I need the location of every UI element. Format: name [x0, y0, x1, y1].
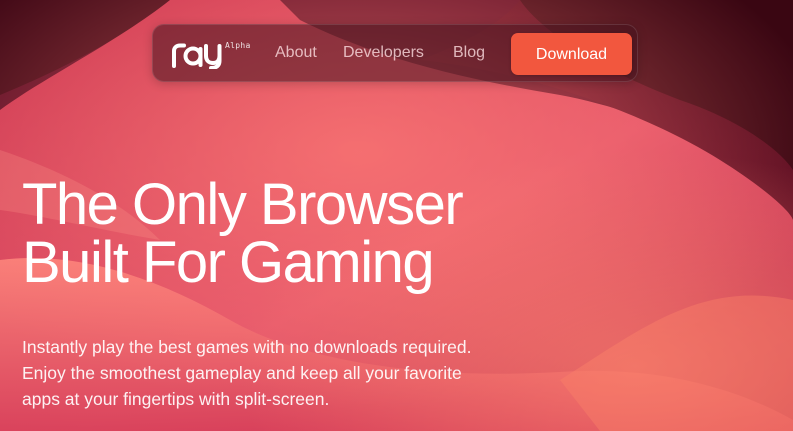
hero-subtitle-line: Instantly play the best games with no do… — [22, 337, 472, 357]
nav-link-about[interactable]: About — [275, 43, 317, 63]
landing-page: Alpha About Developers Blog Download The… — [0, 0, 793, 431]
hero-title: The Only Browser Built For Gaming — [22, 172, 464, 295]
download-button[interactable]: Download — [511, 33, 632, 75]
hero-title-line: Built For Gaming — [22, 230, 435, 295]
hero-title-line: The Only Browser — [22, 172, 464, 237]
hero-subtitle-line: apps at your fingertips with split-scree… — [22, 389, 330, 409]
hero-subtitle-line: Enjoy the smoothest gameplay and keep al… — [22, 363, 462, 383]
nav-link-blog[interactable]: Blog — [453, 43, 485, 63]
nav-link-developers[interactable]: Developers — [343, 43, 424, 63]
alpha-badge: Alpha — [225, 41, 251, 50]
ray-logo-icon[interactable] — [171, 39, 223, 69]
top-nav-bar: Alpha About Developers Blog Download — [152, 24, 638, 82]
hero-subtitle: Instantly play the best games with no do… — [22, 334, 522, 412]
